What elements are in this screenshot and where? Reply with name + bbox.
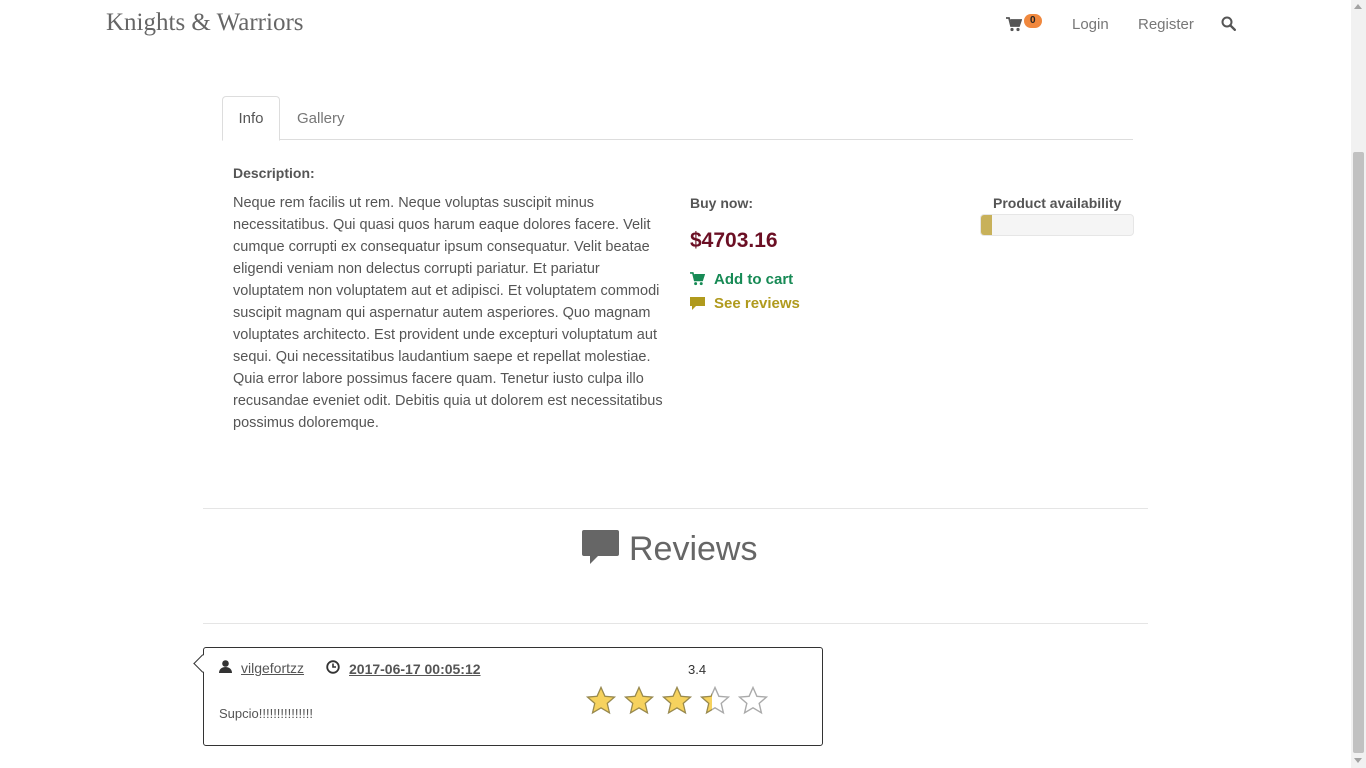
description-text: Neque rem facilis ut rem. Neque voluptas… bbox=[233, 195, 663, 431]
review-score: 3.4 bbox=[688, 662, 707, 677]
search-icon bbox=[1221, 16, 1236, 31]
reviews-heading: Reviews bbox=[582, 530, 757, 569]
scroll-up-arrow[interactable] bbox=[1354, 4, 1362, 9]
brand-logo[interactable]: Knights & Warriors bbox=[106, 9, 304, 37]
review-date: 2017-06-17 00:05:12 bbox=[326, 660, 481, 677]
price: $4703.16 bbox=[690, 229, 778, 252]
section-divider bbox=[203, 623, 1148, 624]
cart-icon bbox=[1006, 17, 1022, 32]
review-card: vilgefortzz 2017-06-17 00:05:12 3.4 Supc… bbox=[203, 647, 823, 746]
availability-progress bbox=[980, 214, 1134, 236]
reviews-title: Reviews bbox=[629, 530, 758, 568]
search-button[interactable] bbox=[1221, 16, 1236, 36]
see-reviews-label: See reviews bbox=[714, 295, 800, 312]
top-navbar: Knights & Warriors 0 Login Register bbox=[0, 0, 1351, 50]
section-divider bbox=[203, 508, 1148, 509]
cart-count-badge: 0 bbox=[1024, 14, 1042, 28]
star-icon bbox=[737, 685, 769, 715]
description-title: Description: bbox=[233, 165, 315, 181]
scroll-down-arrow[interactable] bbox=[1354, 758, 1362, 763]
tab-info[interactable]: Info bbox=[222, 96, 280, 141]
star-icon bbox=[699, 685, 731, 715]
review-author-link[interactable]: vilgefortzz bbox=[241, 660, 304, 676]
review-author: vilgefortzz bbox=[219, 660, 304, 676]
tabs-divider bbox=[222, 139, 1133, 140]
availability-label: Product availability bbox=[993, 195, 1122, 211]
star-icon bbox=[661, 685, 693, 715]
star-icon bbox=[623, 685, 655, 715]
availability-progress-fill bbox=[981, 215, 992, 235]
review-text: Supcio!!!!!!!!!!!!!!! bbox=[219, 706, 313, 721]
add-to-cart-button[interactable]: Add to cart bbox=[690, 271, 793, 288]
tab-gallery[interactable]: Gallery bbox=[297, 110, 345, 127]
cart-button[interactable]: 0 bbox=[1006, 14, 1046, 36]
user-icon bbox=[219, 660, 232, 673]
buy-now-label: Buy now: bbox=[690, 195, 753, 211]
register-link[interactable]: Register bbox=[1138, 16, 1194, 33]
review-rating-stars bbox=[585, 685, 776, 721]
add-to-cart-label: Add to cart bbox=[714, 271, 794, 288]
login-link[interactable]: Login bbox=[1072, 16, 1109, 33]
see-reviews-link[interactable]: See reviews bbox=[690, 295, 800, 312]
scrollbar-thumb[interactable] bbox=[1353, 152, 1364, 753]
star-icon bbox=[585, 685, 617, 715]
cart-icon bbox=[690, 272, 706, 286]
comment-icon bbox=[690, 297, 705, 310]
comment-icon bbox=[582, 530, 619, 564]
clock-icon bbox=[326, 660, 340, 674]
review-date-link[interactable]: 2017-06-17 00:05:12 bbox=[349, 661, 481, 677]
